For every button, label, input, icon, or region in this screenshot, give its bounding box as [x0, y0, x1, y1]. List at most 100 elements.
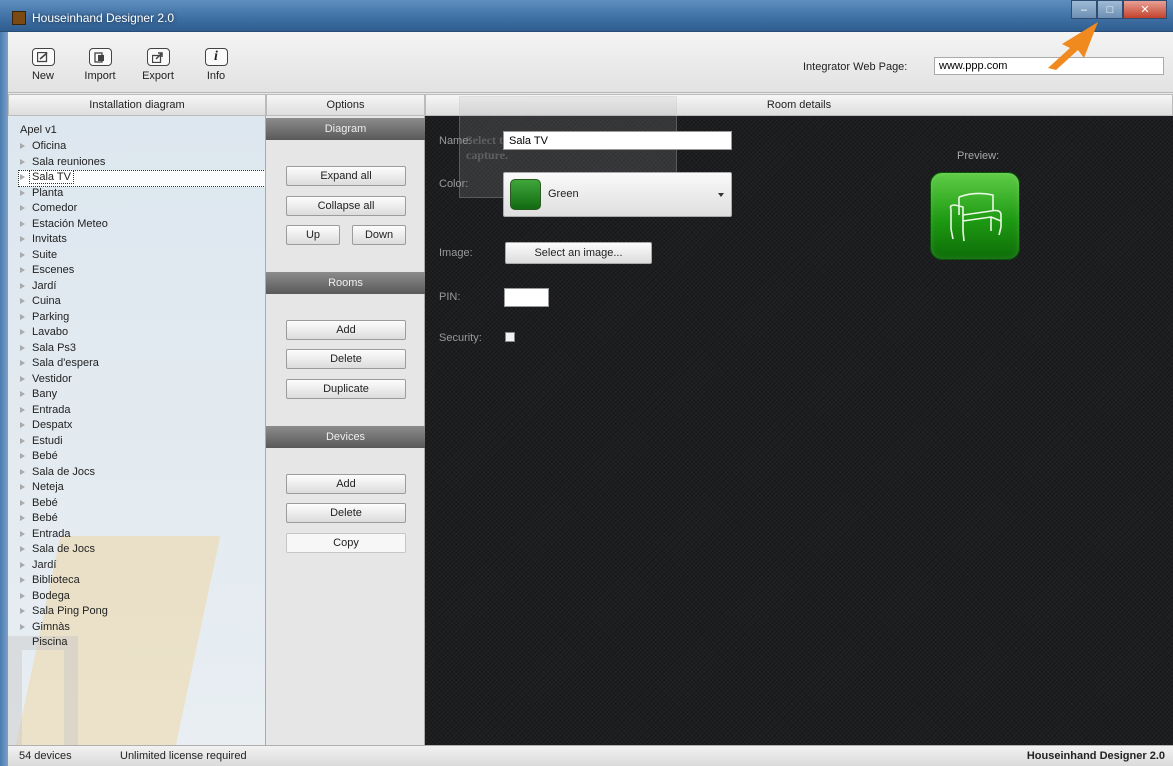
room-preview-tile: [930, 172, 1020, 260]
expand-arrow-icon[interactable]: [20, 515, 25, 521]
tree-item[interactable]: Bodega: [8, 589, 265, 605]
tree-item[interactable]: Parking: [8, 310, 265, 326]
tree-item[interactable]: Bany: [8, 387, 265, 403]
copy-device-button[interactable]: Copy: [286, 533, 406, 553]
expand-arrow-icon[interactable]: [20, 608, 25, 614]
expand-arrow-icon[interactable]: [20, 251, 25, 258]
expand-arrow-icon[interactable]: [20, 468, 25, 475]
expand-arrow-icon[interactable]: [20, 236, 25, 242]
expand-arrow-icon[interactable]: [20, 375, 25, 382]
tree-item-label: Sala Ping Pong: [32, 605, 108, 617]
expand-arrow-icon[interactable]: [20, 561, 25, 568]
import-label: Import: [84, 70, 116, 82]
close-button[interactable]: ✕: [1123, 0, 1167, 19]
maximize-button[interactable]: □: [1097, 0, 1123, 19]
tree-item[interactable]: Jardí: [8, 558, 265, 574]
expand-arrow-icon[interactable]: [20, 143, 25, 149]
info-label: Info: [206, 70, 226, 82]
minimize-button[interactable]: –: [1071, 0, 1097, 19]
add-room-button[interactable]: Add: [286, 320, 406, 340]
tree-item[interactable]: Jardí: [8, 279, 265, 295]
tree-item[interactable]: Lavabo: [8, 325, 265, 341]
tree-item[interactable]: Bebé: [8, 449, 265, 465]
tree-item[interactable]: Piscina: [8, 635, 265, 651]
expand-arrow-icon[interactable]: [20, 329, 25, 335]
tree-item[interactable]: Sala de Jocs: [8, 542, 265, 558]
expand-arrow-icon[interactable]: [20, 546, 25, 552]
tree-item[interactable]: Estación Meteo: [8, 217, 265, 233]
expand-arrow-icon[interactable]: [20, 623, 25, 630]
info-button[interactable]: i Info: [194, 48, 238, 82]
expand-all-button[interactable]: Expand all: [286, 166, 406, 186]
pin-input[interactable]: [504, 288, 549, 307]
tree-item[interactable]: Bebé: [8, 511, 265, 527]
tree-item[interactable]: Sala Ping Pong: [8, 604, 265, 620]
expand-arrow-icon[interactable]: [20, 313, 25, 320]
tree-item[interactable]: Sala d'espera: [8, 356, 265, 372]
expand-arrow-icon[interactable]: [20, 360, 25, 366]
tree-item-label: Entrada: [32, 527, 71, 540]
expand-arrow-icon[interactable]: [20, 158, 25, 165]
expand-arrow-icon[interactable]: [20, 205, 25, 211]
expand-arrow-icon[interactable]: [20, 499, 25, 506]
tree-item[interactable]: Planta: [8, 186, 265, 202]
expand-arrow-icon[interactable]: [20, 530, 25, 537]
tree-item[interactable]: Despatx: [8, 418, 265, 434]
tree-item-label: Comedor: [32, 202, 78, 214]
color-select[interactable]: Green: [503, 172, 732, 217]
tree-item[interactable]: Escenes: [8, 263, 265, 279]
expand-arrow-icon[interactable]: [20, 189, 25, 196]
expand-arrow-icon[interactable]: [20, 174, 25, 180]
license-status: Unlimited license required: [120, 750, 247, 762]
tree-item[interactable]: Cuina: [8, 294, 265, 310]
tree-item[interactable]: Sala de Jocs: [8, 465, 265, 481]
expand-arrow-icon[interactable]: [20, 592, 25, 599]
tree-item-label: Sala d'espera: [32, 357, 99, 369]
delete-device-button[interactable]: Delete: [286, 503, 406, 523]
tree-item[interactable]: Entrada: [8, 403, 265, 419]
diagram-section-title: Diagram: [266, 118, 425, 140]
security-checkbox[interactable]: [505, 332, 515, 342]
expand-arrow-icon[interactable]: [20, 437, 25, 444]
expand-arrow-icon[interactable]: [20, 220, 25, 227]
export-button[interactable]: Export: [136, 48, 180, 82]
tree-item[interactable]: Suite: [8, 248, 265, 264]
tree-item[interactable]: Neteja: [8, 480, 265, 496]
collapse-all-button[interactable]: Collapse all: [286, 196, 406, 216]
expand-arrow-icon[interactable]: [20, 267, 25, 273]
expand-arrow-icon[interactable]: [20, 282, 25, 289]
tree-item[interactable]: Bebé: [8, 496, 265, 512]
installation-diagram-header: Installation diagram: [8, 94, 266, 116]
expand-arrow-icon[interactable]: [20, 406, 25, 413]
tree-item[interactable]: Biblioteca: [8, 573, 265, 589]
tree-item[interactable]: Sala Ps3: [8, 341, 265, 357]
tree-item[interactable]: Invitats: [8, 232, 265, 248]
tree-item[interactable]: Gimnàs: [8, 620, 265, 636]
expand-arrow-icon[interactable]: [20, 484, 25, 490]
tree-item[interactable]: Sala reuniones: [8, 155, 265, 171]
tree-item[interactable]: Sala TV: [8, 170, 265, 187]
select-image-button[interactable]: Select an image...: [505, 242, 652, 264]
expand-arrow-icon[interactable]: [20, 577, 25, 583]
tree-item[interactable]: Vestidor: [8, 372, 265, 388]
expand-arrow-icon[interactable]: [20, 344, 25, 351]
add-device-button[interactable]: Add: [286, 474, 406, 494]
room-name-input[interactable]: [503, 131, 732, 150]
import-button[interactable]: Import: [78, 48, 122, 82]
duplicate-room-button[interactable]: Duplicate: [286, 379, 406, 399]
tree-item[interactable]: Entrada: [8, 527, 265, 543]
down-button[interactable]: Down: [352, 225, 406, 245]
installation-diagram-panel: Apel v1 Oficina Sala reuniones Sala TV Plan…: [8, 116, 266, 745]
expand-arrow-icon[interactable]: [20, 391, 25, 397]
tree-item[interactable]: Comedor: [8, 201, 265, 217]
expand-arrow-icon[interactable]: [20, 298, 25, 304]
expand-arrow-icon[interactable]: [20, 453, 25, 459]
delete-room-button[interactable]: Delete: [286, 349, 406, 369]
tree-root[interactable]: Apel v1: [8, 122, 265, 139]
tree-item[interactable]: Estudi: [8, 434, 265, 450]
tree-item[interactable]: Oficina: [8, 139, 265, 155]
room-details-panel: Snipping Tool Select the window you want…: [425, 96, 1173, 745]
up-button[interactable]: Up: [286, 225, 340, 245]
expand-arrow-icon[interactable]: [20, 422, 25, 428]
new-button[interactable]: New: [21, 48, 65, 82]
